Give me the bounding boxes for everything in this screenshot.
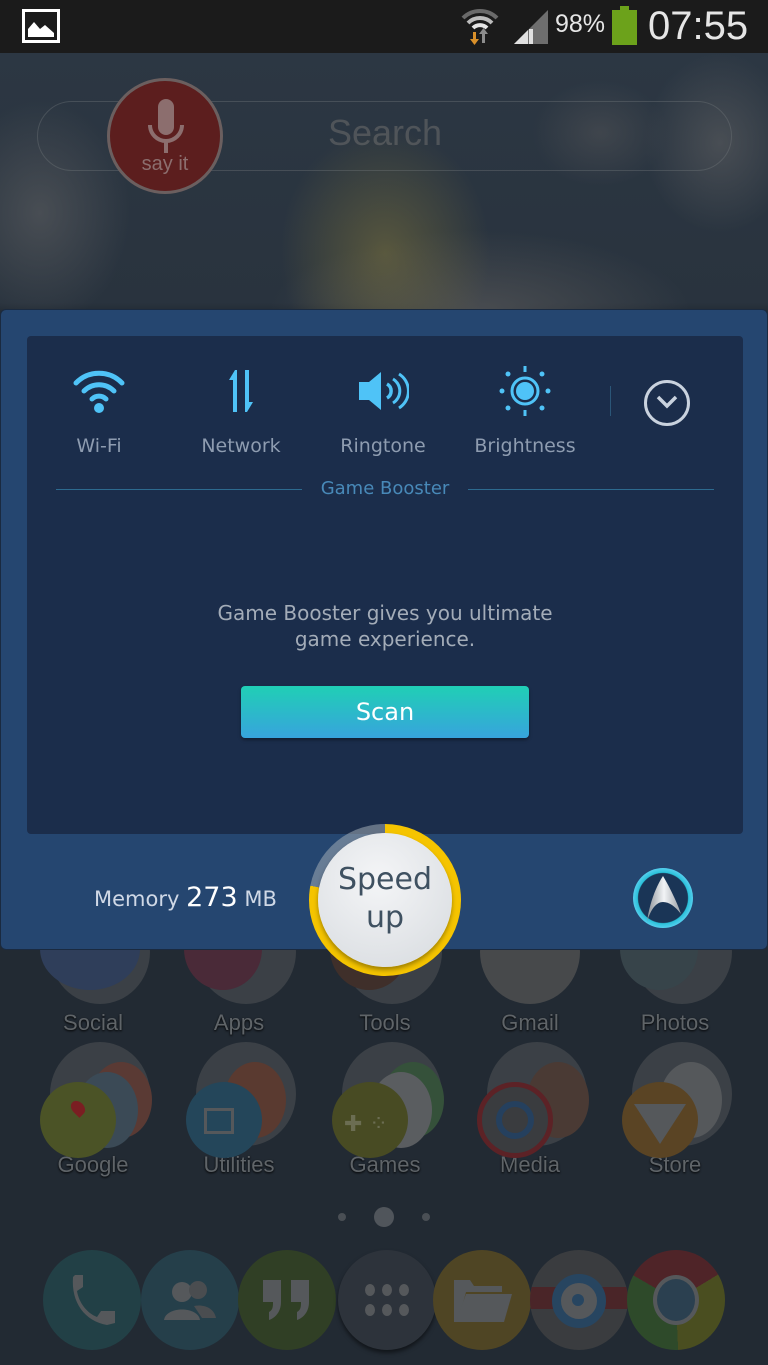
description-line: game experience. <box>294 627 476 651</box>
quote-icon <box>263 1280 309 1320</box>
dock-hangouts[interactable] <box>238 1250 336 1350</box>
folder-label: Store <box>648 1152 702 1177</box>
quick-toggle-wifi[interactable]: Wi-Fi <box>29 361 169 457</box>
quick-toggle-label: Ringtone <box>340 435 426 457</box>
game-booster-description: Game Booster gives you ultimate game exp… <box>27 600 743 652</box>
status-bar: 98% 07:55 <box>0 0 768 53</box>
memory-readout: Memory 273 MB <box>94 882 277 913</box>
dock-files[interactable] <box>433 1250 531 1350</box>
speed-up-label: Speed <box>337 862 433 897</box>
folder-store[interactable]: Store <box>620 1042 732 1178</box>
folder-media[interactable]: Media <box>475 1042 589 1178</box>
folder-label: Tools <box>359 1010 411 1035</box>
dock-camera[interactable] <box>530 1250 628 1350</box>
download-icon <box>634 1104 686 1144</box>
quick-toggle-ringtone[interactable]: Ringtone <box>313 361 453 457</box>
gamepad-icon: ✚ ⁘ <box>344 1112 388 1137</box>
dock-app-drawer[interactable] <box>338 1250 436 1350</box>
clock: 07:55 <box>648 4 749 48</box>
folder-label: Apps <box>213 1010 265 1035</box>
memory-unit: MB <box>244 887 277 911</box>
wifi-icon <box>73 370 125 413</box>
folder-games[interactable]: ✚ ⁘ Games <box>330 1042 444 1178</box>
voice-search-button[interactable]: say it <box>107 78 223 194</box>
divider <box>610 386 611 416</box>
page-indicator <box>0 1206 768 1227</box>
scan-button[interactable]: Scan <box>241 686 529 738</box>
page-dot-current[interactable] <box>374 1206 394 1227</box>
voice-search-label: say it <box>141 153 189 175</box>
page-dot[interactable] <box>422 1212 430 1221</box>
quick-toggle-label: Brightness <box>474 435 576 457</box>
folder-label: Utilities <box>203 1152 275 1177</box>
booster-app-logo-icon[interactable] <box>633 868 693 928</box>
folder-label: Media <box>500 1152 560 1177</box>
folder-label: Social <box>63 1010 123 1035</box>
cast-icon <box>204 1108 234 1134</box>
speaker-icon <box>359 372 409 410</box>
section-title: Game Booster <box>320 478 450 499</box>
speed-up-label: up <box>365 900 405 935</box>
apps-grid-icon <box>365 1284 409 1316</box>
wifi-data-activity-icon <box>460 6 500 50</box>
search-placeholder[interactable]: Search <box>328 112 442 154</box>
battery-icon <box>612 6 637 45</box>
memory-value: 273 <box>186 882 238 913</box>
sun-icon <box>499 366 551 416</box>
dock-chrome[interactable] <box>627 1250 725 1350</box>
expand-button[interactable] <box>644 380 690 426</box>
chrome-icon <box>653 1275 699 1325</box>
chevron-down-circle-icon <box>656 395 678 409</box>
panel-content: Wi-Fi Network Ringtone Brightness Game B… <box>27 336 743 834</box>
quick-toggle-network[interactable]: Network <box>171 361 311 457</box>
folder-utilities[interactable]: Utilities <box>184 1042 296 1178</box>
quick-toggle-label: Network <box>201 435 281 457</box>
page-dot[interactable] <box>338 1212 346 1221</box>
dock-phone[interactable] <box>43 1250 141 1350</box>
network-arrows-icon <box>229 370 253 412</box>
game-booster-panel: Wi-Fi Network Ringtone Brightness Game B… <box>0 309 768 976</box>
cell-signal-icon <box>514 10 550 48</box>
gallery-notification-icon <box>22 9 60 43</box>
media-icon <box>496 1101 534 1139</box>
folder-icon <box>454 1280 512 1322</box>
memory-label: Memory <box>94 887 180 911</box>
folder-google[interactable]: Google <box>38 1042 152 1178</box>
phone-icon <box>72 1275 115 1325</box>
maps-icon <box>68 1098 88 1118</box>
contacts-icon <box>164 1281 216 1320</box>
folder-label: Games <box>349 1152 421 1177</box>
description-line: Game Booster gives you ultimate <box>217 601 553 625</box>
microphone-icon <box>148 99 184 153</box>
dock-contacts[interactable] <box>141 1250 239 1350</box>
battery-percent: 98% <box>555 10 606 38</box>
folder-label: Google <box>57 1152 129 1177</box>
app-label: Gmail <box>501 1010 559 1035</box>
memory-gauge-ring: Speed up <box>309 824 461 976</box>
quick-toggle-brightness[interactable]: Brightness <box>455 361 595 457</box>
quick-toggle-label: Wi-Fi <box>76 435 122 457</box>
speed-up-button[interactable]: Speed up <box>318 833 452 967</box>
folder-label: Photos <box>640 1010 710 1035</box>
